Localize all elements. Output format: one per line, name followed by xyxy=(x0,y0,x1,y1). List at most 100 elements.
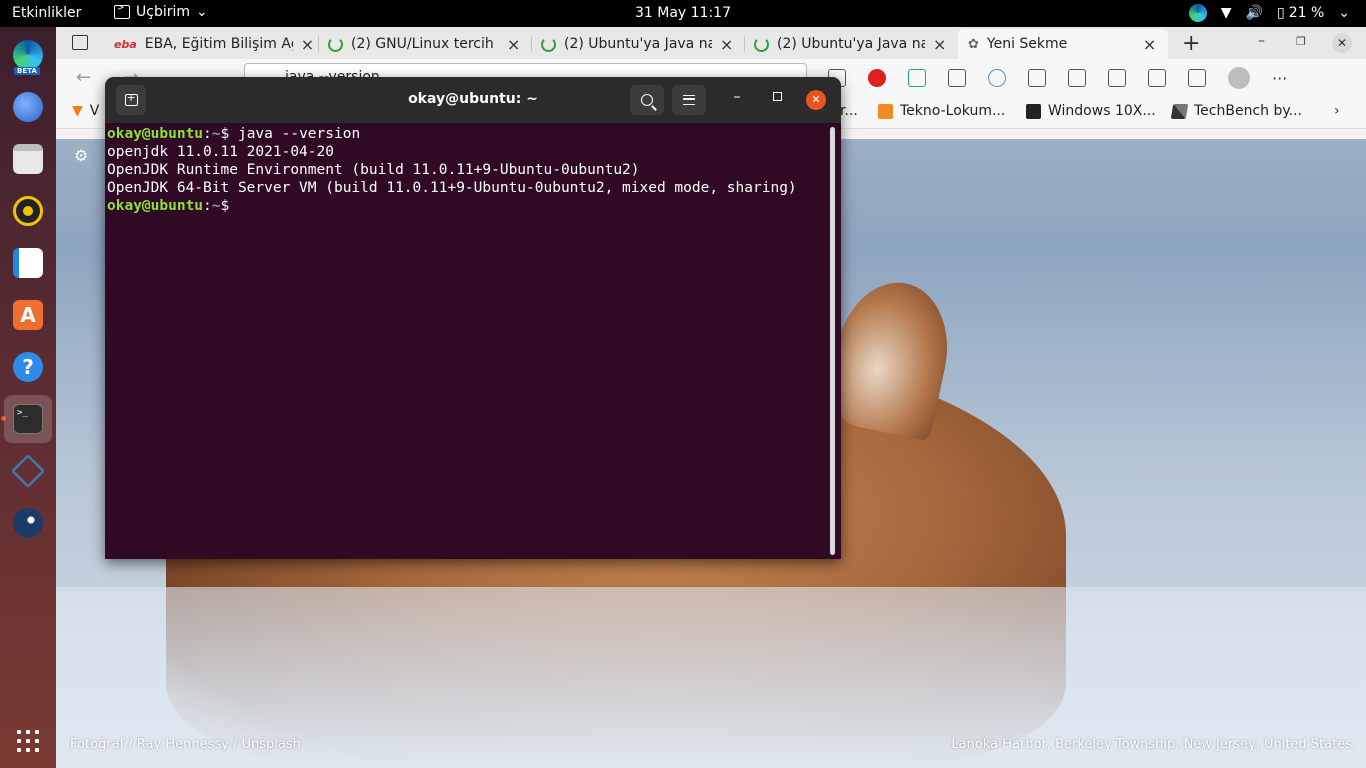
collections-icon[interactable] xyxy=(1148,69,1166,87)
favorites-icon[interactable] xyxy=(1028,69,1046,87)
close-icon[interactable]: × xyxy=(301,35,314,54)
chevron-down-icon: ⌄ xyxy=(1338,5,1350,21)
steam-icon xyxy=(13,508,43,538)
gear-icon[interactable]: ⚙ xyxy=(74,146,88,165)
menu-button[interactable] xyxy=(672,85,706,115)
browser-tab-active[interactable]: ✿ Yeni Sekme × xyxy=(958,29,1168,59)
favorite-label: V xyxy=(89,103,100,119)
help-icon: ? xyxy=(13,352,43,382)
toolbar-icons: ··· xyxy=(828,67,1287,89)
tab-label: (2) Ubuntu'ya Java na xyxy=(777,36,925,52)
favorite-item[interactable]: ▼ V xyxy=(72,103,99,119)
terminal-output-line: OpenJDK Runtime Environment (build 11.0.… xyxy=(107,162,640,178)
tab-actions-icon[interactable] xyxy=(72,35,88,50)
eba-icon: eba xyxy=(114,37,137,51)
dock-item-terminal[interactable]: >_ xyxy=(4,395,52,443)
terminal-window: okay@ubuntu: ~ – ✕ okay@ubuntu:~$ java -… xyxy=(105,77,841,559)
terminal-scrollbar[interactable] xyxy=(830,127,835,555)
favorite-icon: ▼ xyxy=(72,103,83,119)
tekno-lokum-icon xyxy=(878,103,893,119)
tab-strip: eba EBA, Eğitim Bilişim Ağ × (2) GNU/Lin… xyxy=(56,27,1366,59)
prompt-symbol: $ xyxy=(220,198,238,214)
minimize-button[interactable]: – xyxy=(1258,33,1265,49)
terminal-icon xyxy=(114,3,130,19)
terminal-output-line: openjdk 11.0.11 2021-04-20 xyxy=(107,144,334,160)
terminal-output-line: OpenJDK 64-Bit Server VM (build 11.0.11+… xyxy=(107,180,797,196)
beta-badge: BETA xyxy=(14,67,40,75)
favorite-label: Windows 10X... xyxy=(1048,103,1156,119)
favorite-item[interactable]: Windows 10X... xyxy=(1026,103,1156,119)
close-icon[interactable]: × xyxy=(720,35,733,54)
browser-tab[interactable]: (2) Ubuntu'ya Java na × xyxy=(531,29,743,59)
power-icon xyxy=(754,36,769,52)
edge-beta-icon: BETA xyxy=(13,40,43,75)
rhythmbox-icon xyxy=(13,196,43,226)
wallpaper-credit: Fotoğraf / Ray Hennessy / Unsplash xyxy=(70,737,301,752)
browser-tab[interactable]: eba EBA, Eğitim Bilişim Ağ × xyxy=(104,29,324,59)
edge-tray-icon[interactable] xyxy=(1188,4,1207,22)
chevron-right-icon[interactable]: › xyxy=(1334,103,1340,119)
maximize-button[interactable] xyxy=(767,89,787,105)
dock-item-edge[interactable]: BETA xyxy=(4,31,52,79)
show-apps-icon xyxy=(17,730,39,752)
system-tray[interactable]: ▼ 🔊 ▯ 21 % ⌄ xyxy=(1188,4,1350,22)
prompt-separator: : xyxy=(203,126,212,142)
tab-label: (2) Ubuntu'ya Java na xyxy=(564,36,712,52)
tab-label: EBA, Eğitim Bilişim Ağ xyxy=(144,36,293,52)
app-menu-label: Uçbirim xyxy=(136,4,191,20)
battery-percent: 21 % xyxy=(1288,5,1325,21)
files-icon xyxy=(13,144,43,174)
close-window-button[interactable]: ✕ xyxy=(1332,33,1352,53)
dock-item-software[interactable]: A xyxy=(4,291,52,339)
maximize-icon xyxy=(772,92,782,101)
favorite-label: r... xyxy=(840,103,858,119)
close-icon[interactable]: × xyxy=(507,35,520,54)
libreoffice-writer-icon xyxy=(13,248,43,278)
browser-tab[interactable]: (2) Ubuntu'ya Java na × xyxy=(744,29,956,59)
dock-item-thunderbird[interactable] xyxy=(4,83,52,131)
prompt-symbol: $ xyxy=(220,126,238,142)
history-icon[interactable] xyxy=(1068,69,1086,87)
close-button[interactable]: ✕ xyxy=(806,90,826,110)
paw-icon: ✿ xyxy=(968,36,979,52)
translate-extension-icon[interactable] xyxy=(908,69,926,87)
close-icon[interactable]: × xyxy=(1143,35,1156,54)
downloads-icon[interactable] xyxy=(1108,69,1126,87)
tab-label: (2) GNU/Linux tercih e xyxy=(351,36,499,52)
paw-extension-icon[interactable] xyxy=(988,69,1006,87)
dock-item-writer[interactable] xyxy=(4,239,52,287)
show-applications-button[interactable] xyxy=(4,717,52,765)
favorite-item[interactable]: r... xyxy=(840,103,858,119)
favorite-item[interactable]: Tekno-Lokum... xyxy=(878,103,1005,119)
back-button[interactable]: ← xyxy=(76,67,91,88)
close-icon[interactable]: × xyxy=(933,35,946,54)
activities-button[interactable]: Etkinlikler xyxy=(12,5,81,21)
speed-test-icon[interactable] xyxy=(948,69,966,87)
opera-extension-icon[interactable] xyxy=(868,69,886,87)
terminal-output[interactable]: okay@ubuntu:~$ java --version openjdk 11.… xyxy=(107,125,827,557)
terminal-headerbar: okay@ubuntu: ~ – ✕ xyxy=(105,77,841,123)
battery-icon: ▯ xyxy=(1276,5,1285,21)
prompt-path: ~ xyxy=(211,126,221,142)
tab-label: Yeni Sekme xyxy=(986,36,1068,52)
new-tab-button[interactable]: + xyxy=(1182,31,1200,56)
dock-item-files[interactable] xyxy=(4,135,52,183)
favorite-item[interactable]: TechBench by... xyxy=(1170,103,1302,119)
top-bar: Etkinlikler Uçbirim ⌄ 31 May 11:17 ▼ 🔊 ▯… xyxy=(0,0,1366,27)
power-icon xyxy=(541,36,556,52)
profile-avatar-icon[interactable] xyxy=(1228,67,1250,89)
dock-item-help[interactable]: ? xyxy=(4,343,52,391)
new-tab-button[interactable] xyxy=(116,85,146,115)
browser-tab[interactable]: (2) GNU/Linux tercih e × xyxy=(318,29,530,59)
app-menu[interactable]: Uçbirim ⌄ xyxy=(114,3,208,20)
minimize-button[interactable]: – xyxy=(727,89,747,105)
search-button[interactable] xyxy=(630,85,664,115)
more-options-icon[interactable]: ··· xyxy=(1272,69,1287,88)
dock-item-steam[interactable] xyxy=(4,499,52,547)
dock-item-rhythmbox[interactable] xyxy=(4,187,52,235)
search-icon xyxy=(641,94,653,106)
extensions-icon[interactable] xyxy=(1188,69,1206,87)
maximize-button[interactable]: ❐ xyxy=(1296,35,1306,48)
dock-item-virtualbox[interactable] xyxy=(4,447,52,495)
wallpaper-location: Lanoka Harbor, Berkeley Township, New Je… xyxy=(951,737,1352,752)
